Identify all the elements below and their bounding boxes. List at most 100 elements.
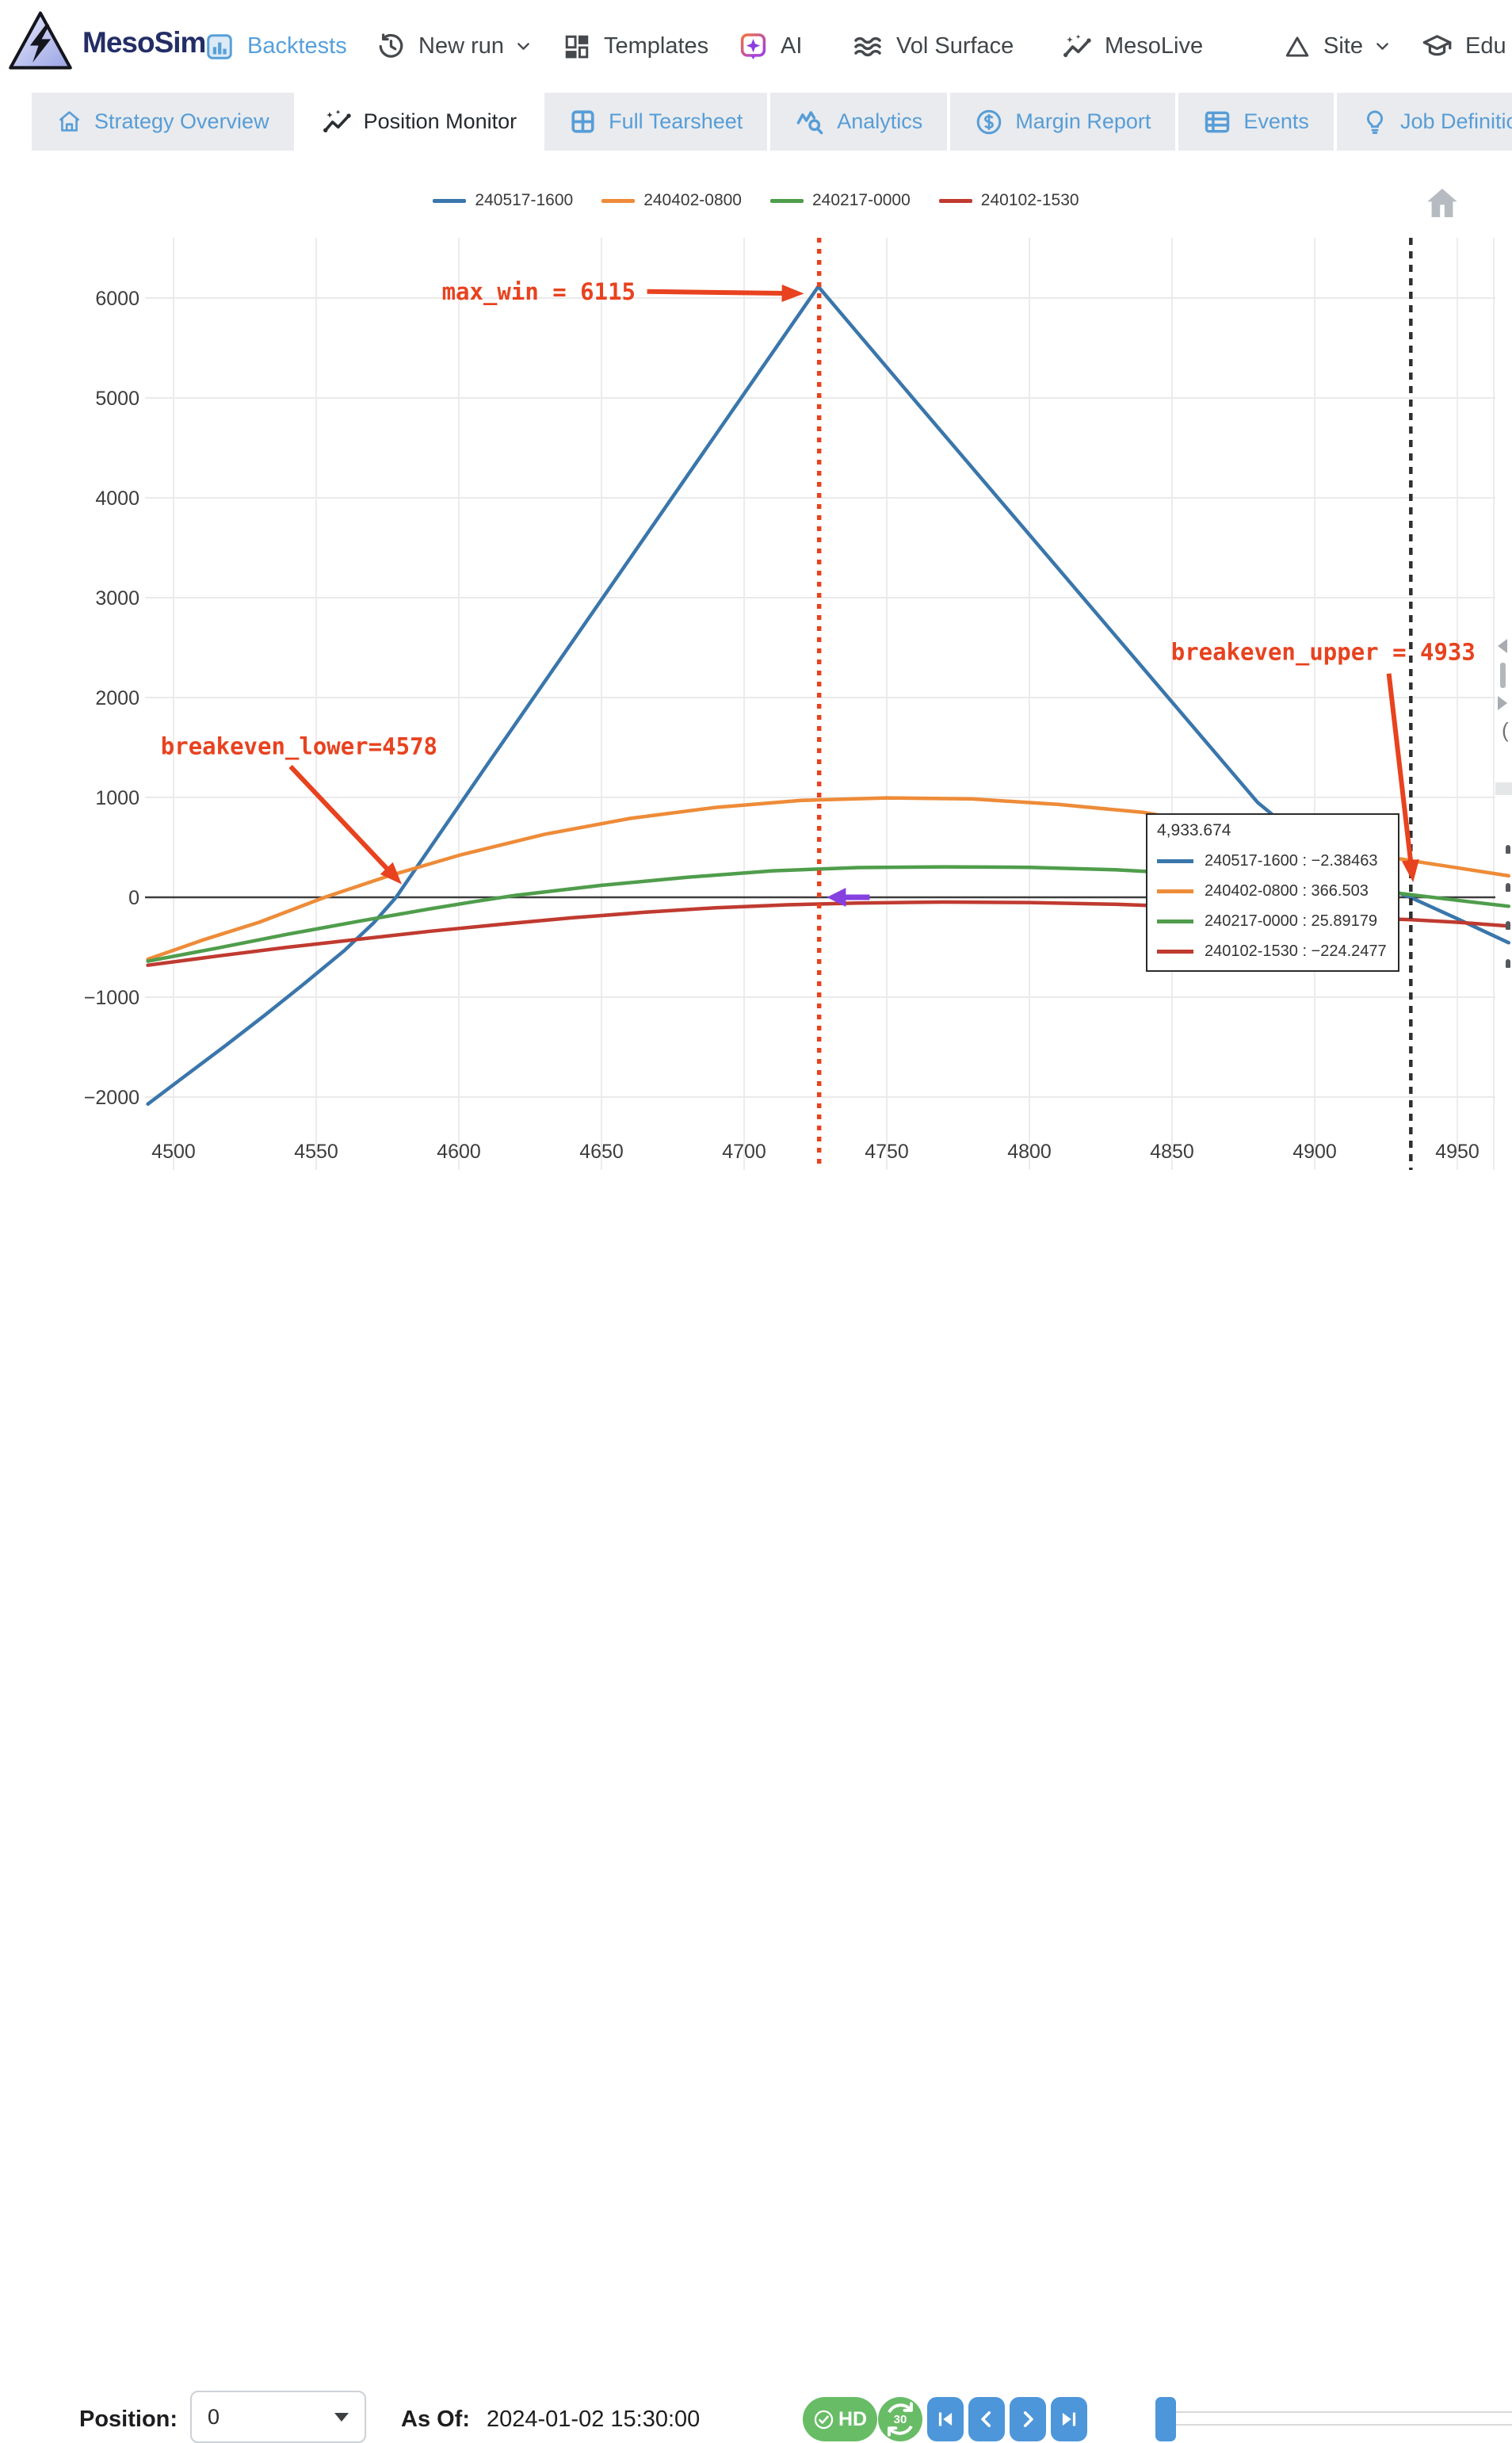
tooltip-row: 240517-1600 : −2.38463 [1157,852,1388,870]
triangle-icon [1284,33,1311,60]
annotation-label: breakeven_upper = 4933 [1171,639,1476,666]
x-tick-label: 4600 [437,1141,481,1163]
nav-item-templates[interactable]: Templates [563,0,708,93]
nav-item-new-run[interactable]: New run [376,0,532,93]
x-tick-label: 4500 [151,1141,196,1163]
caret-down-icon [334,2413,349,2422]
nav-item-backtests[interactable]: Backtests [204,0,347,93]
tab-label: Strategy Overview [94,109,269,134]
home-icon [56,109,82,135]
tab-position-monitor[interactable]: Position Monitor [297,93,542,151]
x-tick-label: 4900 [1292,1141,1337,1163]
mesosim-app: −2000−1000010002000300040005000600045004… [0,0,1512,1265]
y-tick-label: 6000 [95,288,139,310]
time-slider-track[interactable] [1165,2411,1512,2426]
tab-label: Events [1243,109,1309,134]
step-forward-button[interactable] [1010,2397,1046,2441]
position-label: Position: [79,2407,178,2433]
tooltip-value: 240402-0800 : 366.503 [1205,882,1369,900]
ai-sparkle-icon [739,32,768,61]
nav-label: MesoLive [1105,33,1203,59]
annotation-arrow [647,292,784,293]
rail-partial-glyph: ( [1502,718,1509,743]
legend-item-240517-1600[interactable]: 240517-1600 [433,191,573,210]
history-icon [376,32,406,61]
nav-label: Edu [1465,33,1506,59]
legend-label: 240102-1530 [981,191,1079,210]
top-nav: MesoSim Backtests New run Templates AI Vol S… [0,0,1512,93]
skip-to-start-button[interactable] [927,2397,964,2441]
hd-toggle-button[interactable]: HD [803,2397,877,2441]
reset-axes-home-icon[interactable] [1423,184,1461,222]
y-tick-label: 5000 [95,388,139,410]
tab-job-definition[interactable]: Job Definition [1337,93,1512,151]
bar-chart-icon [204,32,235,62]
legend-label: 240217-0000 [812,191,911,210]
dollar-circle-icon [975,108,1003,136]
grid-icon [563,32,591,61]
tab-label: Full Tearsheet [609,109,743,134]
legend-item-240402-0800[interactable]: 240402-0800 [601,191,742,210]
tooltip-row: 240217-0000 : 25.89179 [1157,912,1388,931]
refresh-30-button[interactable]: 30 [878,2397,922,2441]
rail-mark [1506,883,1510,892]
chart-legend: 240517-1600 240402-0800 240217-0000 240102-… [16,191,1496,210]
legend-label: 240402-0800 [643,191,742,210]
tab-margin-report[interactable]: Margin Report [950,93,1175,151]
tooltip-x-value: 4,933.674 [1157,821,1388,840]
asof-label: As Of: [401,2407,470,2433]
tooltip-value: 240217-0000 : 25.89179 [1205,912,1377,931]
payoff-chart[interactable]: −2000−1000010002000300040005000600045004… [0,0,1512,1265]
tab-events[interactable]: Events [1178,93,1334,151]
x-tick-label: 4650 [579,1141,624,1163]
bottom-bar: Position: 0 As Of: 2024-01-02 15:30:00 H… [0,1189,1512,1265]
chevron-down-icon [1374,38,1391,55]
time-slider-thumb[interactable] [1155,2397,1176,2441]
skip-to-end-button[interactable] [1051,2397,1087,2441]
table-grid-icon [569,108,597,136]
nav-item-mesolive[interactable]: MesoLive [1062,0,1203,93]
annotation-arrow-head [1402,859,1419,882]
table-icon [1203,108,1231,136]
annotation-arrow [291,767,388,870]
y-tick-label: −2000 [84,1087,139,1109]
nav-item-edu[interactable]: Edu [1422,0,1506,93]
legend-swatch [601,199,635,203]
rail-left-arrow-icon[interactable] [1498,639,1507,653]
chart-tooltip: 4,933.674 240517-1600 : −2.38463 240402-08… [1146,813,1399,972]
tab-full-tearsheet[interactable]: Full Tearsheet [544,93,767,151]
tooltip-swatch [1157,919,1193,923]
tab-strategy-overview[interactable]: Strategy Overview [32,93,294,151]
tab-analytics[interactable]: Analytics [770,93,947,151]
analytics-icon [795,107,825,137]
brand-name: MesoSim [82,26,205,59]
waves-icon [852,31,884,63]
tooltip-swatch [1157,950,1193,954]
rail-right-arrow-icon[interactable] [1498,696,1507,710]
nav-item-vol-surface[interactable]: Vol Surface [852,0,1014,93]
step-back-button[interactable] [968,2397,1005,2441]
lightbulb-icon [1361,109,1388,136]
position-select[interactable]: 0 [190,2391,366,2443]
nav-label: New run [418,33,504,59]
annotation-arrow-head [781,285,804,302]
rail-scroll-thumb[interactable] [1500,663,1506,688]
nav-item-ai[interactable]: AI [739,0,802,93]
legend-item-240217-0000[interactable]: 240217-0000 [770,191,911,210]
nav-label: AI [781,33,802,59]
tab-bar: Strategy Overview Position Monitor Full Te… [0,93,1512,151]
position-value: 0 [208,2405,220,2430]
tooltip-swatch [1157,859,1193,863]
nav-item-site[interactable]: Site [1284,0,1391,93]
legend-swatch [770,199,804,203]
y-tick-label: −1000 [84,987,139,1009]
trend-sparkle-icon [322,107,352,137]
legend-item-240102-1530[interactable]: 240102-1530 [939,191,1079,210]
mesosim-logo-icon [8,10,73,75]
x-tick-label: 4850 [1150,1141,1194,1163]
nav-label: Vol Surface [896,33,1014,59]
hd-label: HD [838,2408,867,2431]
brand[interactable]: MesoSim [8,10,205,75]
legend-label: 240517-1600 [475,191,573,210]
y-tick-label: 2000 [95,687,139,709]
